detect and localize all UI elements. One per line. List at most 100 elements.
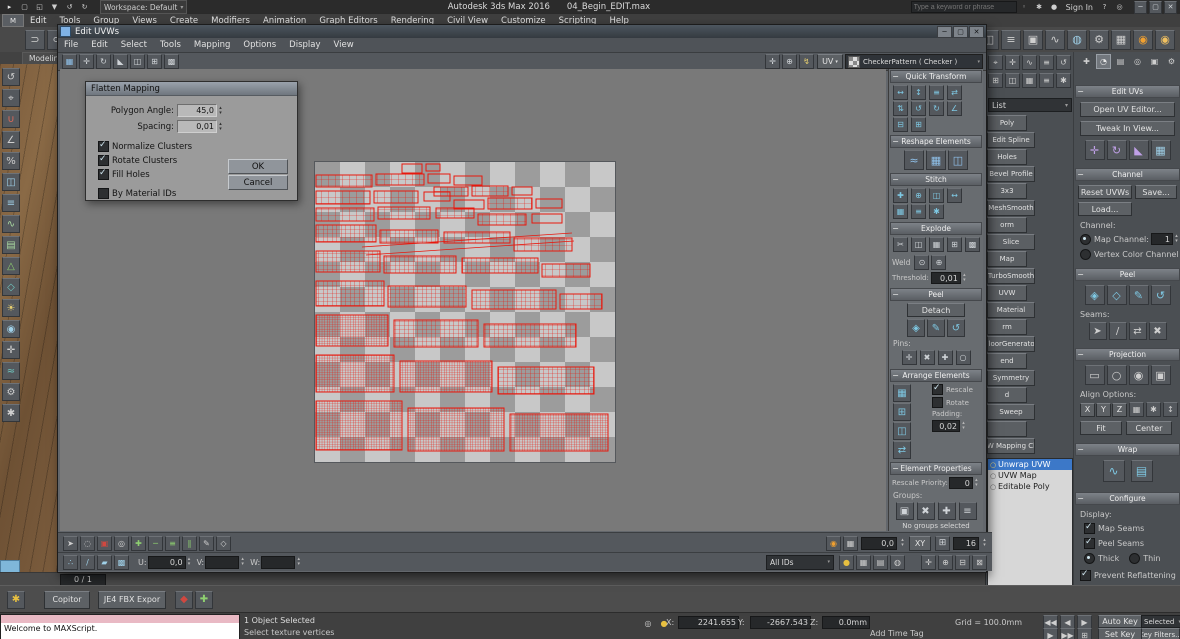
utilities-icon[interactable]: ✱ bbox=[2, 404, 20, 422]
spinner[interactable] bbox=[239, 557, 246, 567]
planar-map-icon[interactable]: ▭ bbox=[1084, 365, 1105, 385]
unpin-tool-icon[interactable]: ✖ bbox=[919, 350, 935, 365]
mirror-uv-icon[interactable]: ◫ bbox=[130, 54, 145, 69]
select-link-icon[interactable]: ⊃ bbox=[25, 29, 45, 50]
maxscript-line[interactable]: Welcome to MAXScript. bbox=[1, 623, 239, 639]
mirror-panel-icon[interactable]: ◫ bbox=[1005, 73, 1020, 88]
align-z-button[interactable]: Z bbox=[1112, 402, 1127, 417]
break-icon[interactable]: ✂ bbox=[893, 237, 908, 252]
detach-edge-verts-icon[interactable]: ◫ bbox=[911, 237, 926, 252]
space-vertical-icon[interactable]: ⇅ bbox=[893, 101, 908, 116]
show-grid-icon[interactable]: ▩ bbox=[164, 54, 179, 69]
group-selected-icon[interactable]: ▣ bbox=[895, 502, 914, 520]
quick-peel-icon[interactable]: ◈ bbox=[1084, 285, 1105, 305]
scale-tool-icon[interactable]: ◣ bbox=[113, 54, 128, 69]
pan-hand-icon[interactable]: ✛ bbox=[921, 554, 936, 570]
modifier-set-button[interactable]: UVW bbox=[987, 285, 1027, 301]
modifier-enable-icon[interactable]: ○ bbox=[988, 461, 998, 469]
modifier-set-button[interactable]: d bbox=[987, 387, 1027, 403]
material-id-dropdown[interactable]: All IDs ▾ bbox=[766, 554, 834, 570]
ik-icon[interactable]: ∿ bbox=[1022, 55, 1037, 70]
cameras-icon[interactable]: ◉ bbox=[2, 320, 20, 338]
lights-icon[interactable]: ☀ bbox=[2, 299, 20, 317]
snap-toggle-icon[interactable]: ⊞ bbox=[988, 73, 1003, 88]
filter-faces-icon[interactable]: ▦ bbox=[856, 554, 871, 570]
max-logo-icon[interactable]: ▸ bbox=[3, 1, 16, 14]
center-button[interactable]: Center bbox=[1126, 421, 1172, 435]
stitch-source-icon[interactable]: ↔ bbox=[947, 188, 962, 203]
stitch-to-target-icon[interactable]: ◫ bbox=[929, 188, 944, 203]
element-mode-icon[interactable]: ▩ bbox=[114, 554, 129, 570]
detach-button[interactable]: Detach bbox=[907, 303, 965, 317]
script-icon[interactable]: ✚ bbox=[195, 590, 213, 609]
modifier-set-button[interactable]: Slice bbox=[987, 234, 1035, 250]
selection-set-dropdown[interactable]: Selected ▾ bbox=[1141, 615, 1180, 628]
space-horizontal-icon[interactable]: ⇄ bbox=[947, 85, 962, 100]
edit-uvws-menu-item[interactable]: Edit bbox=[91, 40, 107, 50]
tab-modify-icon[interactable]: ◔ bbox=[1096, 54, 1111, 69]
rollout-header-configure[interactable]: − Configure bbox=[1075, 492, 1180, 505]
stitch-edges-icon[interactable]: ≡ bbox=[911, 204, 926, 219]
align-grid-icon[interactable]: ⊞ bbox=[911, 117, 926, 132]
link-info-icon[interactable]: ≡ bbox=[1039, 55, 1054, 70]
paint-select-icon[interactable]: ▣ bbox=[97, 535, 112, 551]
macro-recorder-line[interactable] bbox=[1, 615, 239, 623]
update-map-icon[interactable]: ↯ bbox=[799, 54, 814, 69]
rearrange-icon[interactable]: ⇄ bbox=[893, 441, 911, 459]
modifier-list-dropdown[interactable]: List ▾ bbox=[988, 98, 1072, 112]
map-seams-checkbox[interactable] bbox=[1084, 522, 1095, 534]
rollout-header-projection[interactable]: − Projection bbox=[1075, 348, 1180, 361]
best-align-icon[interactable]: ✱ bbox=[1146, 402, 1161, 417]
rollout-header-element-properties[interactable]: − Element Properties bbox=[890, 462, 982, 475]
quick-peel-icon[interactable]: ◈ bbox=[907, 319, 925, 337]
create-shape-icon[interactable]: ◇ bbox=[2, 278, 20, 296]
target-weld-icon[interactable]: ⊕ bbox=[931, 255, 947, 270]
align-to-edge-icon[interactable]: ∠ bbox=[947, 101, 962, 116]
spinner[interactable] bbox=[973, 478, 980, 488]
align-to-view-icon[interactable]: ▦ bbox=[1129, 402, 1144, 417]
rollout-header-arrange[interactable]: − Arrange Elements bbox=[890, 369, 982, 382]
stitch-settings-icon[interactable]: ✱ bbox=[929, 204, 944, 219]
help-icon[interactable]: ? bbox=[1098, 1, 1111, 14]
grid-snap-icon[interactable]: ⊞ bbox=[935, 535, 950, 551]
modifier-set-button[interactable]: Material bbox=[987, 302, 1035, 318]
modifier-stack-item[interactable]: ○ Unwrap UVW bbox=[988, 459, 1072, 470]
rotate-90-ccw-icon[interactable]: ↺ bbox=[911, 101, 926, 116]
magnet-snap-icon[interactable]: ∪ bbox=[2, 110, 20, 128]
modifier-set-button[interactable]: end bbox=[987, 353, 1027, 369]
lock-selection-icon[interactable]: ● bbox=[839, 554, 854, 570]
cylindrical-map-icon[interactable]: ○ bbox=[1106, 365, 1127, 385]
rendered-frame-window-icon[interactable]: ▦ bbox=[1111, 29, 1131, 50]
select-object-icon[interactable]: ⌖ bbox=[2, 89, 20, 107]
shrink-selection-icon[interactable]: ─ bbox=[148, 535, 163, 551]
modifier-set-button[interactable]: Symmetry bbox=[987, 370, 1035, 386]
rotate-checkbox[interactable] bbox=[932, 397, 943, 408]
vertex-mode-icon[interactable]: ∴ bbox=[63, 554, 78, 570]
zoom-icon[interactable]: ⊕ bbox=[938, 554, 953, 570]
peel-mode-icon[interactable]: ✎ bbox=[927, 319, 945, 337]
unfold-strip-icon[interactable]: ▤ bbox=[1130, 460, 1153, 482]
copitor-icon[interactable]: ✱ bbox=[7, 590, 25, 609]
polygon-angle-field[interactable]: 45,0 bbox=[177, 104, 217, 117]
render-production-icon[interactable]: ◉ bbox=[1133, 29, 1153, 50]
v-field[interactable] bbox=[205, 555, 240, 569]
schematic-view-icon[interactable]: ▤ bbox=[2, 236, 20, 254]
clear-seams-icon[interactable]: ✖ bbox=[1148, 322, 1167, 340]
new-scene-icon[interactable]: ▢ bbox=[18, 1, 31, 14]
stitch-average-icon[interactable]: ▦ bbox=[893, 204, 908, 219]
edge-mode-icon[interactable]: / bbox=[80, 554, 95, 570]
modifier-set-button[interactable]: orm bbox=[987, 217, 1027, 233]
modifier-set-button[interactable]: rm bbox=[987, 319, 1027, 335]
rollout-header-stitch[interactable]: − Stitch bbox=[890, 173, 982, 186]
modifier-set-button[interactable]: Sweep bbox=[987, 404, 1035, 420]
systems-icon[interactable]: ⚙ bbox=[2, 383, 20, 401]
rotate-clusters-checkbox[interactable] bbox=[98, 154, 109, 166]
tab-display-icon[interactable]: ▣ bbox=[1147, 54, 1162, 69]
close-button[interactable]: ✕ bbox=[969, 25, 984, 38]
go-to-end-icon[interactable]: ▶▶ bbox=[1060, 628, 1075, 639]
set-key-button[interactable]: Set Key bbox=[1098, 628, 1142, 639]
select-seam-cursor-icon[interactable]: ➤ bbox=[1088, 322, 1107, 340]
spinner[interactable] bbox=[186, 557, 193, 567]
padding-field[interactable]: 0,02 bbox=[932, 420, 960, 432]
modifier-set-button[interactable]: MeshSmooth bbox=[987, 200, 1035, 216]
